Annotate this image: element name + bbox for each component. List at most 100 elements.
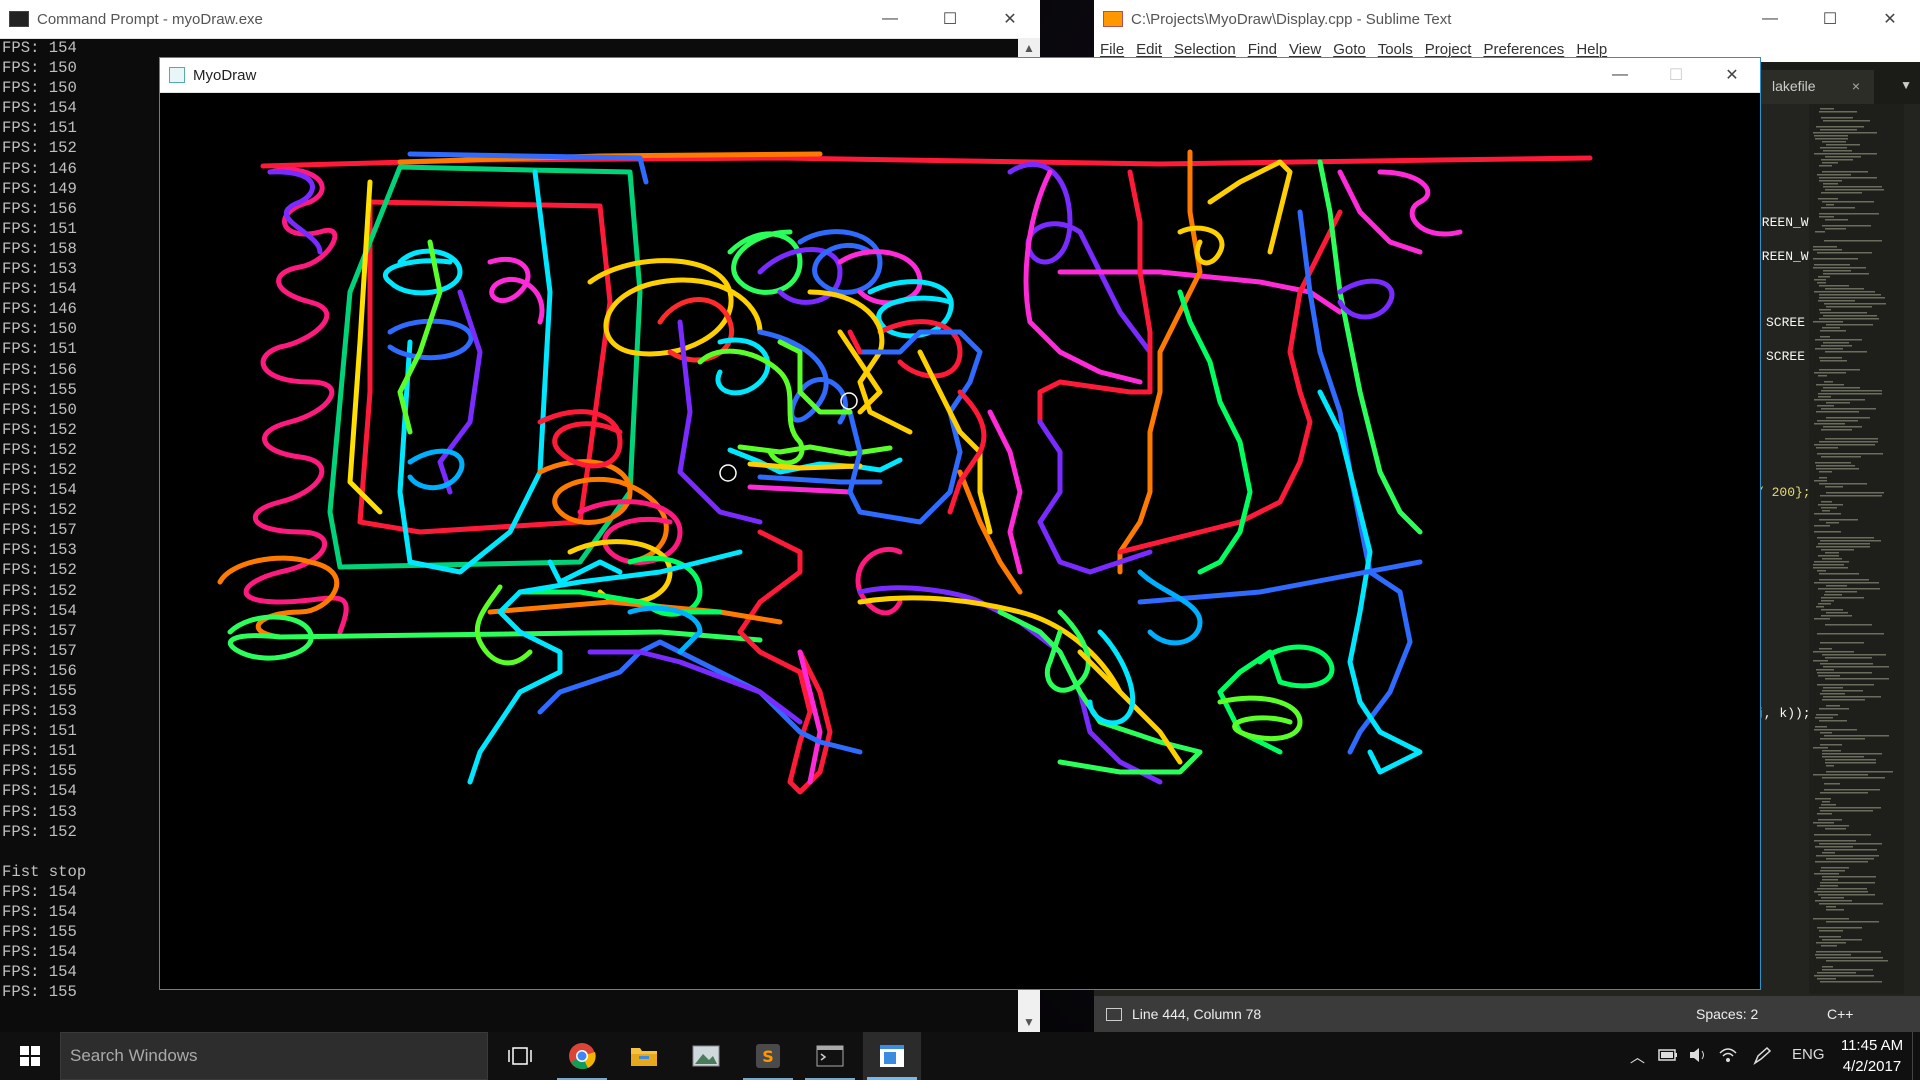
- image-viewer-icon: [692, 1045, 720, 1067]
- clock-time: 11:45 AM: [1840, 1037, 1904, 1054]
- maximize-icon: ☐: [942, 11, 958, 28]
- myodraw-maximize-button: ☐: [1648, 58, 1704, 92]
- pen-ink-icon[interactable]: [1752, 1046, 1772, 1066]
- sublime-maximize-button[interactable]: ☐: [1800, 0, 1860, 38]
- indentation-setting[interactable]: Spaces: 2: [1696, 1006, 1758, 1022]
- svg-text:S: S: [762, 1047, 774, 1066]
- scroll-up-icon[interactable]: ▲: [1018, 38, 1040, 58]
- search-placeholder: Search Windows: [70, 1046, 198, 1065]
- code-fragment: CREEN_W: [1754, 249, 1809, 264]
- stroke: [1117, 149, 1203, 575]
- stroke: [737, 444, 893, 457]
- close-icon: ✕: [1725, 67, 1739, 84]
- stroke: [243, 167, 349, 635]
- cmd-maximize-button[interactable]: ☐: [920, 0, 980, 38]
- tab-label: lakefile: [1772, 78, 1816, 94]
- tab-dropdown-icon[interactable]: ▼: [1900, 78, 1912, 92]
- close-icon: ✕: [1883, 11, 1897, 28]
- stroke: [757, 329, 848, 425]
- stroke: [587, 649, 803, 725]
- taskbar-command-prompt[interactable]: [801, 1032, 859, 1080]
- maximize-icon: ☐: [1822, 11, 1838, 28]
- taskbar: Search Windows S ︿ ENG 11:45 AM 4/2/2017: [0, 1032, 1920, 1080]
- search-box[interactable]: Search Windows: [60, 1032, 488, 1080]
- clock[interactable]: 11:45 AM 4/2/2017: [1830, 1035, 1914, 1077]
- task-view-button[interactable]: [491, 1032, 549, 1080]
- stroke: [1023, 169, 1143, 385]
- taskbar-chrome[interactable]: [553, 1032, 611, 1080]
- stroke: [727, 229, 803, 295]
- minimize-icon: —: [1762, 10, 1778, 27]
- stroke: [382, 248, 463, 296]
- language-indicator[interactable]: ENG: [1792, 1046, 1825, 1063]
- start-button[interactable]: [0, 1032, 60, 1080]
- myodraw-titlebar[interactable]: MyoDraw — ☐ ✕: [160, 58, 1760, 93]
- clock-date: 4/2/2017: [1842, 1058, 1902, 1075]
- sublime-minimize-button[interactable]: —: [1740, 0, 1800, 38]
- myodraw-close-button[interactable]: ✕: [1704, 58, 1760, 92]
- code-editor[interactable]: CREEN_W CREEN_W SCREE SCREE / 200}; j, k…: [1754, 104, 1904, 994]
- scroll-down-icon[interactable]: ▼: [1018, 1012, 1040, 1032]
- chrome-icon: [569, 1043, 596, 1070]
- show-hidden-icons-icon[interactable]: ︿: [1630, 1046, 1645, 1067]
- stroke: [1137, 569, 1203, 646]
- panel-toggle-icon[interactable]: [1106, 1008, 1122, 1021]
- cmd-titlebar[interactable]: Command Prompt - myoDraw.exe — ☐ ✕: [0, 0, 1040, 39]
- cmd-minimize-button[interactable]: —: [860, 0, 920, 38]
- stroke: [747, 484, 853, 495]
- close-icon: ✕: [1003, 11, 1017, 28]
- myodraw-app-icon: [169, 67, 185, 83]
- folder-icon: [631, 1048, 657, 1066]
- taskbar-myodraw[interactable]: [863, 1032, 921, 1080]
- console-line: FPS: 154: [2, 39, 77, 57]
- sublime-titlebar[interactable]: C:\Projects\MyoDraw\Display.cpp - Sublim…: [1094, 0, 1920, 39]
- sublime-app-icon: [1103, 11, 1123, 27]
- cursor-icon: [719, 464, 737, 482]
- stroke: [487, 256, 545, 325]
- show-desktop-button[interactable]: [1912, 1032, 1920, 1080]
- cmd-close-button[interactable]: ✕: [980, 0, 1040, 38]
- stroke: [1177, 225, 1225, 266]
- stroke: [757, 474, 883, 485]
- task-view-icon: [508, 1047, 532, 1065]
- sublime-statusbar: Line 444, Column 78 Spaces: 2 C++: [1094, 996, 1920, 1032]
- stroke: [1037, 169, 1153, 425]
- sublime-text-icon: S: [756, 1044, 780, 1068]
- taskbar-photos[interactable]: [677, 1032, 735, 1080]
- cmd-app-icon: [9, 11, 29, 27]
- battery-icon[interactable]: [1658, 1048, 1678, 1062]
- cmd-title: Command Prompt - myoDraw.exe: [37, 10, 263, 28]
- terminal-icon: [816, 1045, 844, 1067]
- stroke: [474, 584, 533, 666]
- windows-logo-icon: [20, 1046, 40, 1066]
- myodraw-window[interactable]: MyoDraw — ☐ ✕: [159, 57, 1761, 990]
- sublime-close-button[interactable]: ✕: [1860, 0, 1920, 38]
- stroke: [267, 169, 323, 255]
- stroke: [1337, 169, 1423, 255]
- tab-close-icon[interactable]: ×: [1852, 70, 1860, 102]
- myodraw-title: MyoDraw: [193, 66, 257, 84]
- myodraw-minimize-button[interactable]: —: [1592, 58, 1648, 92]
- code-fragment: SCREE: [1766, 349, 1806, 364]
- wifi-icon[interactable]: [1718, 1046, 1738, 1064]
- code-fragment: / 200};: [1756, 485, 1811, 500]
- code-fragment: SCREE: [1766, 315, 1806, 330]
- sublime-title: C:\Projects\MyoDraw\Display.cpp - Sublim…: [1131, 10, 1452, 28]
- stroke: [1137, 559, 1423, 605]
- minimize-icon: —: [882, 10, 898, 27]
- taskbar-sublime-text[interactable]: S: [739, 1032, 797, 1080]
- cursor-position: Line 444, Column 78: [1132, 1006, 1262, 1022]
- stroke: [1377, 169, 1463, 237]
- drawing-canvas[interactable]: [160, 92, 1760, 989]
- code-fragment: CREEN_W: [1754, 215, 1809, 230]
- volume-icon[interactable]: [1688, 1046, 1708, 1064]
- stroke: [537, 409, 623, 469]
- stroke: [407, 448, 465, 491]
- tab-makefile[interactable]: lakefile ×: [1754, 70, 1874, 104]
- syntax-selector[interactable]: C++: [1827, 1006, 1853, 1022]
- app-window-icon: [880, 1045, 904, 1067]
- minimize-icon: —: [1612, 66, 1628, 83]
- maximize-icon: ☐: [1668, 67, 1684, 84]
- taskbar-file-explorer[interactable]: [615, 1032, 673, 1080]
- stroke: [1337, 278, 1395, 320]
